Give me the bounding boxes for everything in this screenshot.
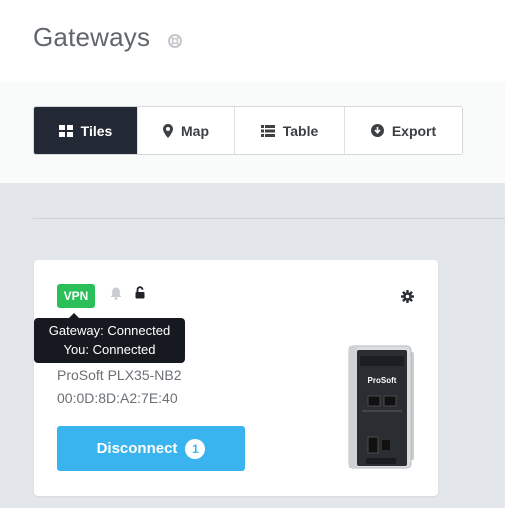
- gateway-mac-address: 00:0D:8D:A2:7E:40: [57, 390, 178, 406]
- gateway-model: ProSoft PLX35-NB2: [57, 367, 182, 383]
- export-button[interactable]: Export: [345, 107, 462, 154]
- table-list-icon: [260, 124, 275, 137]
- view-switcher: Tiles Map Table Export: [33, 106, 463, 155]
- gear-icon[interactable]: [401, 290, 414, 308]
- tiles-label: Tiles: [80, 122, 113, 139]
- disconnect-button[interactable]: Disconnect 1: [57, 426, 245, 471]
- tiles-icon: [58, 124, 73, 137]
- tiles-button[interactable]: Tiles: [34, 107, 138, 154]
- lock-icon: [135, 286, 145, 304]
- disconnect-label: Disconnect: [96, 440, 178, 457]
- device-brand-text: ProSoft: [368, 376, 397, 385]
- export-icon: [370, 124, 384, 137]
- page-header: Gateways Tiles Map Table Export: [0, 0, 505, 183]
- gateway-card: VPN Gateway: Connected You: Connected Pr…: [34, 260, 438, 496]
- map-marker-icon: [163, 123, 173, 138]
- tooltip-gateway-status: Gateway: Connected: [48, 323, 171, 338]
- connection-count-badge: 1: [185, 438, 206, 459]
- page-title: Gateways: [33, 22, 151, 52]
- table-label: Table: [282, 122, 319, 139]
- export-label: Export: [391, 122, 437, 139]
- table-button[interactable]: Table: [235, 107, 345, 154]
- connection-tooltip: Gateway: Connected You: Connected: [34, 313, 185, 363]
- vpn-badge[interactable]: VPN: [57, 284, 95, 308]
- help-icon[interactable]: [168, 34, 182, 48]
- title-bar: Gateways: [0, 0, 505, 82]
- map-button[interactable]: Map: [138, 107, 235, 154]
- tooltip-arrow: [69, 313, 79, 318]
- bell-icon[interactable]: [110, 287, 122, 305]
- section-divider: [33, 218, 505, 219]
- gateway-device-image: ProSoft: [346, 342, 416, 472]
- map-label: Map: [181, 122, 209, 139]
- tooltip-user-status: You: Connected: [63, 342, 156, 357]
